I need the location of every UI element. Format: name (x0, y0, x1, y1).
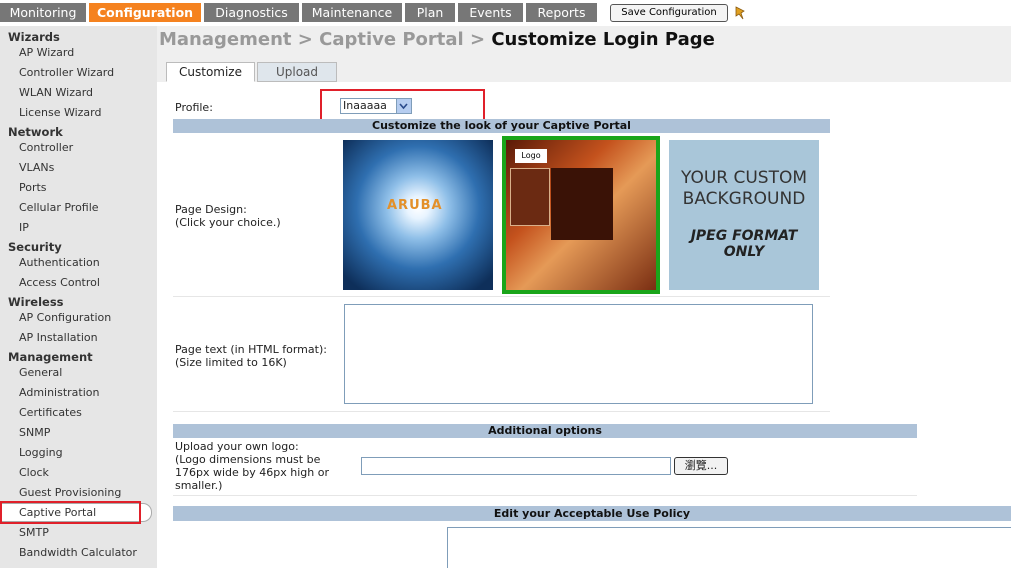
sidebar-item-smtp[interactable]: SMTP (19, 526, 49, 539)
tab-upload[interactable]: Upload (257, 62, 337, 82)
tab-events[interactable]: Events (458, 3, 523, 22)
sidebar-item-license-wizard[interactable]: License Wizard (19, 106, 101, 119)
logo-hint-line2: 176px wide by 46px high or (175, 466, 329, 479)
logo-hint-line3: smaller.) (175, 479, 223, 492)
sidebar-item-ap-wizard[interactable]: AP Wizard (19, 46, 74, 59)
tab-diagnostics[interactable]: Diagnostics (204, 3, 299, 22)
top-navigation: Monitoring Configuration Diagnostics Mai… (0, 0, 1011, 26)
breadcrumb: Management > Captive Portal > Customize … (159, 29, 715, 50)
sidebar-item-controller-wizard[interactable]: Controller Wizard (19, 66, 114, 79)
page-text-label: Page text (in HTML format): (175, 343, 327, 356)
title-bar: Management > Captive Portal > Customize … (157, 26, 1011, 82)
design1-logo: ARUBA (387, 198, 443, 213)
page-design-hint: (Click your choice.) (175, 216, 281, 229)
sidebar-heading-network: Network (8, 125, 63, 139)
main-content: Management > Captive Portal > Customize … (157, 26, 1011, 568)
browse-button[interactable]: 瀏覽... (674, 457, 728, 475)
tab-monitoring[interactable]: Monitoring (0, 3, 86, 22)
breadcrumb-path: Management > Captive Portal > (159, 29, 492, 50)
sidebar-heading-security: Security (8, 240, 62, 254)
design2-login-panel (510, 168, 550, 226)
section-acceptable-use-policy: Edit your Acceptable Use Policy (173, 506, 1011, 521)
tab-configuration[interactable]: Configuration (89, 3, 201, 22)
captive-portal-highlight-box (0, 501, 141, 524)
profile-highlight-box (320, 89, 485, 123)
sidebar-item-ports[interactable]: Ports (19, 181, 47, 194)
sidebar-item-guest-provisioning[interactable]: Guest Provisioning (19, 486, 121, 499)
section-customize-look: Customize the look of your Captive Porta… (173, 119, 830, 133)
logo-file-input[interactable] (361, 457, 671, 475)
divider (173, 411, 830, 412)
page-design-option-2[interactable]: Logo (502, 136, 660, 294)
sidebar-item-vlans[interactable]: VLANs (19, 161, 54, 174)
tab-plan[interactable]: Plan (405, 3, 455, 22)
save-configuration-button[interactable]: Save Configuration (610, 4, 728, 22)
profile-label: Profile: (175, 101, 213, 114)
sidebar-item-clock[interactable]: Clock (19, 466, 49, 479)
tab-maintenance[interactable]: Maintenance (302, 3, 402, 22)
logo-hint-line1: (Logo dimensions must be (175, 453, 321, 466)
sidebar-item-ip[interactable]: IP (19, 221, 29, 234)
section-additional-options: Additional options (173, 424, 917, 438)
sidebar-item-certificates[interactable]: Certificates (19, 406, 82, 419)
tab-customize[interactable]: Customize (166, 62, 255, 82)
sidebar-item-bandwidth-calculator[interactable]: Bandwidth Calculator (19, 546, 137, 559)
sidebar-item-administration[interactable]: Administration (19, 386, 100, 399)
divider (173, 296, 830, 297)
sidebar-item-access-control[interactable]: Access Control (19, 276, 100, 289)
logo-upload-label: Upload your own logo: (175, 440, 299, 453)
divider (173, 495, 917, 496)
sidebar-item-logging[interactable]: Logging (19, 446, 63, 459)
design2-logo: Logo (515, 149, 547, 163)
sidebar-item-cellular-profile[interactable]: Cellular Profile (19, 201, 99, 214)
design3-line2: BACKGROUND (682, 189, 806, 209)
sidebar-heading-wizards: Wizards (8, 30, 60, 44)
page-title: Customize Login Page (491, 29, 715, 50)
acceptable-use-policy-textarea[interactable] (447, 527, 1011, 568)
page-text-hint: (Size limited to 16K) (175, 356, 287, 369)
page-text-textarea[interactable] (344, 304, 813, 404)
sidebar: Wizards AP Wizard Controller Wizard WLAN… (0, 26, 157, 568)
pin-icon[interactable] (733, 5, 747, 21)
sidebar-item-ap-configuration[interactable]: AP Configuration (19, 311, 111, 324)
sidebar-item-ap-installation[interactable]: AP Installation (19, 331, 98, 344)
page-design-option-custom[interactable]: YOUR CUSTOM BACKGROUND JPEG FORMAT ONLY (669, 140, 819, 290)
sidebar-item-wlan-wizard[interactable]: WLAN Wizard (19, 86, 93, 99)
sidebar-item-controller[interactable]: Controller (19, 141, 73, 154)
design3-title: YOUR CUSTOM BACKGROUND (669, 168, 819, 210)
design3-line1: YOUR CUSTOM (680, 168, 808, 188)
sidebar-heading-management: Management (8, 350, 93, 364)
page-design-option-1[interactable]: ARUBA (343, 140, 493, 290)
sidebar-item-authentication[interactable]: Authentication (19, 256, 100, 269)
tab-reports[interactable]: Reports (526, 3, 597, 22)
page-design-label: Page Design: (175, 203, 247, 216)
sidebar-item-snmp[interactable]: SNMP (19, 426, 50, 439)
design2-text-panel (551, 168, 613, 240)
sidebar-item-general[interactable]: General (19, 366, 62, 379)
sidebar-heading-wireless: Wireless (8, 295, 64, 309)
design3-line3: JPEG FORMAT ONLY (690, 228, 798, 260)
